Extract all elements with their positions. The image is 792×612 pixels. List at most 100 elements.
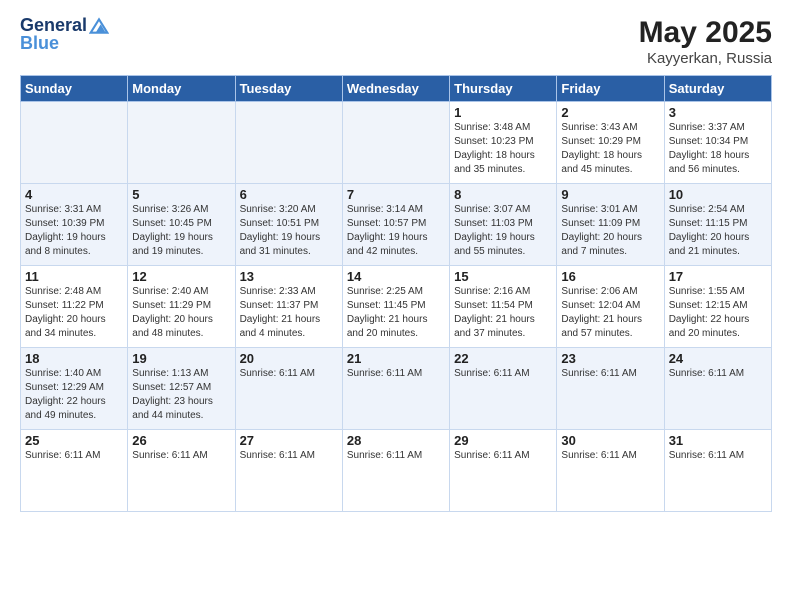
day-info: Sunrise: 2:16 AM Sunset: 11:54 PM Daylig… — [454, 285, 552, 341]
location: Kayyerkan, Russia — [639, 50, 772, 67]
day-info: Sunrise: 3:14 AM Sunset: 10:57 PM Daylig… — [347, 203, 445, 259]
table-row — [21, 102, 128, 184]
day-number: 13 — [240, 269, 338, 284]
day-info: Sunrise: 6:11 AM — [240, 449, 338, 463]
calendar-week-row: 4Sunrise: 3:31 AM Sunset: 10:39 PM Dayli… — [21, 184, 772, 266]
day-number: 18 — [25, 351, 123, 366]
calendar-week-row: 25Sunrise: 6:11 AM26Sunrise: 6:11 AM27Su… — [21, 430, 772, 512]
table-row — [342, 102, 449, 184]
day-number: 23 — [561, 351, 659, 366]
day-number: 11 — [25, 269, 123, 284]
day-number: 16 — [561, 269, 659, 284]
logo: General Blue — [20, 16, 109, 54]
col-tuesday: Tuesday — [235, 76, 342, 102]
table-row: 13Sunrise: 2:33 AM Sunset: 11:37 PM Dayl… — [235, 266, 342, 348]
table-row: 6Sunrise: 3:20 AM Sunset: 10:51 PM Dayli… — [235, 184, 342, 266]
table-row: 5Sunrise: 3:26 AM Sunset: 10:45 PM Dayli… — [128, 184, 235, 266]
day-info: Sunrise: 6:11 AM — [240, 367, 338, 381]
day-info: Sunrise: 6:11 AM — [25, 449, 123, 463]
table-row — [235, 102, 342, 184]
day-number: 7 — [347, 187, 445, 202]
table-row: 4Sunrise: 3:31 AM Sunset: 10:39 PM Dayli… — [21, 184, 128, 266]
header: General Blue May 2025 Kayyerkan, Russia — [20, 16, 772, 67]
day-info: Sunrise: 6:11 AM — [347, 367, 445, 381]
day-info: Sunrise: 3:26 AM Sunset: 10:45 PM Daylig… — [132, 203, 230, 259]
day-info: Sunrise: 2:25 AM Sunset: 11:45 PM Daylig… — [347, 285, 445, 341]
table-row — [128, 102, 235, 184]
table-row: 12Sunrise: 2:40 AM Sunset: 11:29 PM Dayl… — [128, 266, 235, 348]
day-number: 12 — [132, 269, 230, 284]
table-row: 8Sunrise: 3:07 AM Sunset: 11:03 PM Dayli… — [450, 184, 557, 266]
col-wednesday: Wednesday — [342, 76, 449, 102]
day-info: Sunrise: 3:48 AM Sunset: 10:23 PM Daylig… — [454, 121, 552, 177]
day-info: Sunrise: 3:37 AM Sunset: 10:34 PM Daylig… — [669, 121, 767, 177]
day-info: Sunrise: 6:11 AM — [454, 449, 552, 463]
table-row: 3Sunrise: 3:37 AM Sunset: 10:34 PM Dayli… — [664, 102, 771, 184]
table-row: 15Sunrise: 2:16 AM Sunset: 11:54 PM Dayl… — [450, 266, 557, 348]
logo-icon — [89, 16, 109, 36]
day-number: 2 — [561, 105, 659, 120]
day-info: Sunrise: 3:07 AM Sunset: 11:03 PM Daylig… — [454, 203, 552, 259]
day-number: 27 — [240, 433, 338, 448]
day-info: Sunrise: 2:06 AM Sunset: 12:04 AM Daylig… — [561, 285, 659, 341]
day-info: Sunrise: 6:11 AM — [454, 367, 552, 381]
table-row: 19Sunrise: 1:13 AM Sunset: 12:57 AM Dayl… — [128, 348, 235, 430]
day-number: 15 — [454, 269, 552, 284]
table-row: 22Sunrise: 6:11 AM — [450, 348, 557, 430]
day-number: 10 — [669, 187, 767, 202]
table-row: 21Sunrise: 6:11 AM — [342, 348, 449, 430]
day-number: 1 — [454, 105, 552, 120]
table-row: 7Sunrise: 3:14 AM Sunset: 10:57 PM Dayli… — [342, 184, 449, 266]
title-block: May 2025 Kayyerkan, Russia — [639, 16, 772, 67]
day-info: Sunrise: 2:48 AM Sunset: 11:22 PM Daylig… — [25, 285, 123, 341]
day-info: Sunrise: 3:31 AM Sunset: 10:39 PM Daylig… — [25, 203, 123, 259]
day-info: Sunrise: 6:11 AM — [669, 367, 767, 381]
table-row: 27Sunrise: 6:11 AM — [235, 430, 342, 512]
day-number: 14 — [347, 269, 445, 284]
table-row: 29Sunrise: 6:11 AM — [450, 430, 557, 512]
day-number: 26 — [132, 433, 230, 448]
day-info: Sunrise: 2:54 AM Sunset: 11:15 PM Daylig… — [669, 203, 767, 259]
table-row: 30Sunrise: 6:11 AM — [557, 430, 664, 512]
table-row: 14Sunrise: 2:25 AM Sunset: 11:45 PM Dayl… — [342, 266, 449, 348]
day-number: 29 — [454, 433, 552, 448]
day-info: Sunrise: 1:55 AM Sunset: 12:15 AM Daylig… — [669, 285, 767, 341]
day-info: Sunrise: 6:11 AM — [132, 449, 230, 463]
day-info: Sunrise: 1:13 AM Sunset: 12:57 AM Daylig… — [132, 367, 230, 423]
table-row: 28Sunrise: 6:11 AM — [342, 430, 449, 512]
day-info: Sunrise: 6:11 AM — [561, 449, 659, 463]
day-number: 30 — [561, 433, 659, 448]
calendar-week-row: 18Sunrise: 1:40 AM Sunset: 12:29 AM Dayl… — [21, 348, 772, 430]
col-thursday: Thursday — [450, 76, 557, 102]
col-monday: Monday — [128, 76, 235, 102]
table-row: 11Sunrise: 2:48 AM Sunset: 11:22 PM Dayl… — [21, 266, 128, 348]
table-row: 1Sunrise: 3:48 AM Sunset: 10:23 PM Dayli… — [450, 102, 557, 184]
table-row: 20Sunrise: 6:11 AM — [235, 348, 342, 430]
table-row: 24Sunrise: 6:11 AM — [664, 348, 771, 430]
calendar-week-row: 1Sunrise: 3:48 AM Sunset: 10:23 PM Dayli… — [21, 102, 772, 184]
day-number: 5 — [132, 187, 230, 202]
col-sunday: Sunday — [21, 76, 128, 102]
day-number: 4 — [25, 187, 123, 202]
day-info: Sunrise: 6:11 AM — [669, 449, 767, 463]
table-row: 31Sunrise: 6:11 AM — [664, 430, 771, 512]
calendar-header-row: Sunday Monday Tuesday Wednesday Thursday… — [21, 76, 772, 102]
day-number: 19 — [132, 351, 230, 366]
table-row: 10Sunrise: 2:54 AM Sunset: 11:15 PM Dayl… — [664, 184, 771, 266]
day-info: Sunrise: 1:40 AM Sunset: 12:29 AM Daylig… — [25, 367, 123, 423]
day-info: Sunrise: 6:11 AM — [347, 449, 445, 463]
table-row: 16Sunrise: 2:06 AM Sunset: 12:04 AM Dayl… — [557, 266, 664, 348]
day-number: 31 — [669, 433, 767, 448]
month-title: May 2025 — [639, 16, 772, 50]
day-info: Sunrise: 2:33 AM Sunset: 11:37 PM Daylig… — [240, 285, 338, 341]
day-number: 21 — [347, 351, 445, 366]
day-number: 20 — [240, 351, 338, 366]
day-number: 6 — [240, 187, 338, 202]
day-number: 3 — [669, 105, 767, 120]
day-number: 24 — [669, 351, 767, 366]
table-row: 23Sunrise: 6:11 AM — [557, 348, 664, 430]
page: General Blue May 2025 Kayyerkan, Russia … — [0, 0, 792, 612]
calendar: Sunday Monday Tuesday Wednesday Thursday… — [20, 75, 772, 512]
day-number: 8 — [454, 187, 552, 202]
table-row: 26Sunrise: 6:11 AM — [128, 430, 235, 512]
